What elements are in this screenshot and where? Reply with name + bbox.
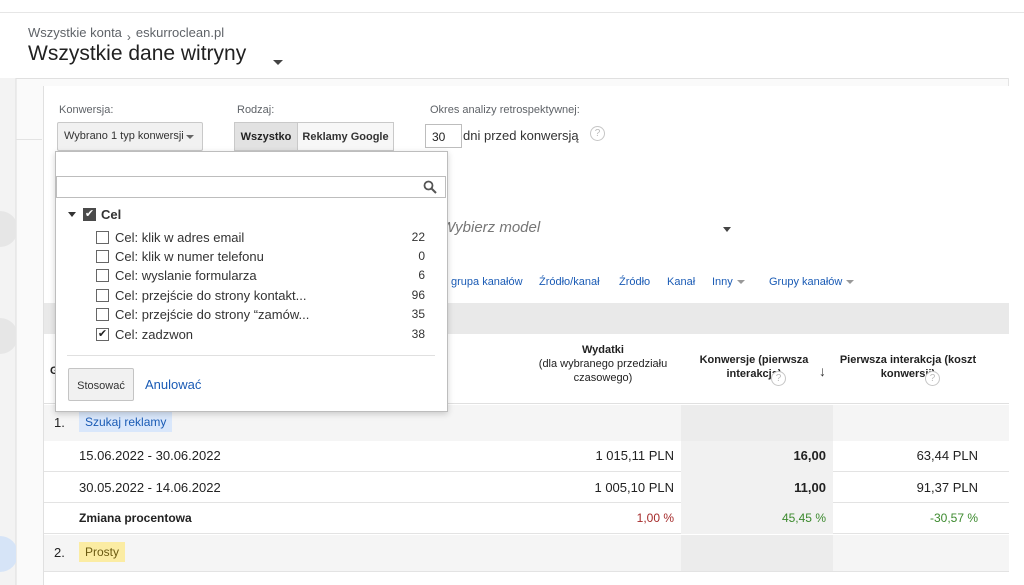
model-select[interactable]: Wybierz model [441,219,540,236]
type-label: Rodzaj: [237,104,275,116]
sort-desc-icon[interactable]: ↓ [819,363,826,379]
row-spend: 1 015,11 PLN [595,448,674,463]
tab-source-medium[interactable]: Źródło/kanał [539,276,600,288]
chevron-down-icon [846,280,855,285]
row-period: 15.06.2022 - 30.06.2022 [79,448,221,463]
help-icon[interactable]: ? [925,371,940,386]
divider [67,355,435,356]
tab-other[interactable]: Inny [712,276,745,288]
option-count: 35 [411,307,425,321]
breadcrumb-root[interactable]: Wszystkie konta [28,25,122,40]
option-label[interactable]: Cel: przejście do strony “zamów... [115,307,309,322]
option-count: 38 [411,327,425,341]
cancel-link[interactable]: Anulować [145,377,201,392]
change-cost: -30,57 % [929,511,978,525]
option-label[interactable]: Cel: klik w numer telefonu [115,249,264,264]
tab-channel-groupings-label: Grupy kanałów [769,276,843,288]
tab-source[interactable]: Źródło [619,276,650,288]
lookback-label: Okres analizy retrospektywnej: [430,104,580,116]
option-checkbox[interactable] [96,308,109,321]
option-checkbox[interactable] [96,231,109,244]
divider [16,139,42,140]
lookback-suffix: dni przed konwersją [463,128,579,143]
column-header-spend[interactable]: Wydatki [525,343,681,357]
page-title[interactable]: Wszystkie dane witryny [28,42,246,66]
parent-checkbox[interactable]: ✔ [83,208,96,221]
option-checkbox[interactable] [96,289,109,302]
option-count: 6 [418,268,425,282]
column-header-conversions[interactable]: Konwersje (pierwsza interakcja) [695,353,813,381]
row-cost: 63,44 PLN [916,448,978,463]
conversion-label: Konwersja: [59,104,114,116]
conversion-type-dropdown[interactable]: Wybrano 1 typ konwersji [57,122,203,151]
option-checkbox-checked[interactable]: ✔ [96,328,109,341]
column-header-spend-sub: (dla wybranego przedziału czasowego) [538,358,668,384]
tab-channel-groupings[interactable]: Grupy kanałów [769,276,855,288]
parent-option-label: Cel [101,207,122,222]
tab-other-label: Inny [712,276,733,288]
help-icon[interactable]: ? [771,371,786,386]
option-count: 22 [411,230,425,244]
option-count: 96 [411,288,425,302]
group-index: 2. [54,545,65,560]
group-name-chip[interactable]: Prosty [79,542,126,562]
tab-medium[interactable]: Kanał [667,276,695,288]
breadcrumb[interactable]: Wszystkie konta › eskurroclean.pl [28,25,224,44]
top-divider [0,12,1024,13]
option-checkbox[interactable] [96,269,109,282]
column-header-first-interaction-cost[interactable]: Pierwsza interakcja (koszt konwersji) [838,353,978,381]
divider [44,571,1009,572]
breadcrumb-account[interactable]: eskurroclean.pl [136,25,224,40]
chevron-down-icon [736,280,745,285]
sorted-column-cell [681,535,833,571]
option-count: 0 [418,249,425,263]
row-cost: 91,37 PLN [916,480,978,495]
search-icon[interactable] [423,180,437,194]
option-label[interactable]: Cel: wyslanie formularza [115,268,257,283]
change-label: Zmiana procentowa [79,511,192,525]
help-icon[interactable]: ? [590,126,605,141]
change-spend: 1,00 % [636,511,674,525]
row-conversions: 11,00 [794,480,826,495]
option-label[interactable]: Cel: przejście do strony kontakt... [115,288,306,303]
apply-button[interactable]: Stosować [68,368,134,401]
group-index: 1. [54,415,65,430]
collapse-caret-icon[interactable] [68,212,76,217]
conversion-dropdown-label: Wybrano 1 typ konwersji [64,130,184,142]
type-all-button[interactable]: Wszystko [234,122,298,151]
option-label[interactable]: Cel: klik w adres email [115,230,244,245]
sorted-column-cell [681,405,833,441]
view-selector-caret-icon[interactable] [273,60,283,65]
chevron-down-icon[interactable] [723,227,731,232]
row-period: 30.05.2022 - 14.06.2022 [79,480,221,495]
header-divider [16,78,1009,79]
type-google-ads-button[interactable]: Reklamy Google [297,122,394,151]
chevron-down-icon [186,135,194,139]
table-group-row [44,535,1009,571]
option-checkbox[interactable] [96,250,109,263]
tab-channel-group[interactable]: grupa kanałów [451,276,523,288]
lookback-days-input[interactable]: 30 [425,124,462,148]
option-label[interactable]: Cel: zadzwon [115,327,193,342]
change-conversions: 45,45 % [781,511,826,525]
conversion-search-input[interactable] [56,176,446,198]
group-name-chip[interactable]: Szukaj reklamy [79,412,173,432]
row-conversions: 16,00 [793,448,826,463]
row-spend: 1 005,10 PLN [594,480,674,495]
